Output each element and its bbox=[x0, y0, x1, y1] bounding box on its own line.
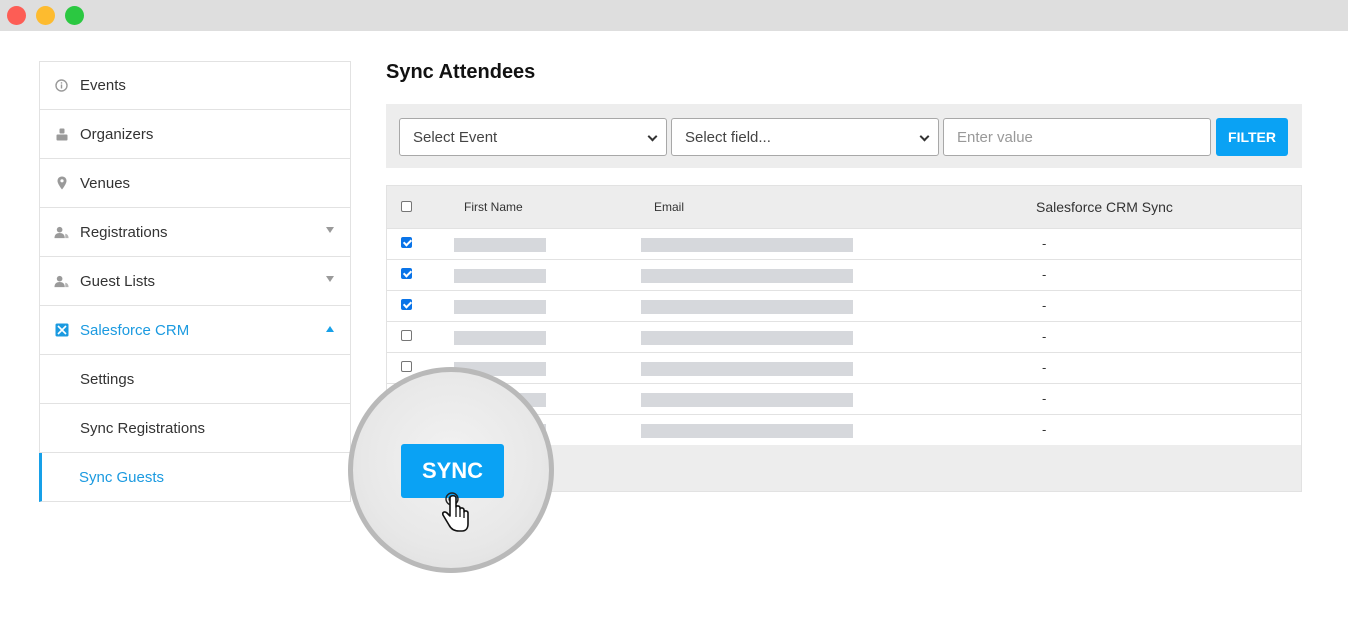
info-icon bbox=[54, 78, 69, 93]
salesforce-icon bbox=[54, 323, 69, 338]
chevron-up-icon bbox=[326, 326, 334, 332]
email-placeholder bbox=[641, 424, 853, 438]
sidebar-item-label: Events bbox=[80, 77, 126, 94]
column-header-crm-sync: Salesforce CRM Sync bbox=[1036, 199, 1173, 215]
select-all-checkbox[interactable] bbox=[401, 201, 412, 212]
row-checkbox[interactable] bbox=[401, 237, 412, 248]
first-name-placeholder bbox=[454, 331, 546, 345]
first-name-placeholder bbox=[454, 300, 546, 314]
crm-sync-status: - bbox=[1042, 298, 1047, 313]
hand-cursor-icon bbox=[442, 492, 469, 532]
chevron-down-icon bbox=[919, 131, 930, 142]
crm-sync-status: - bbox=[1042, 422, 1047, 437]
email-placeholder bbox=[641, 300, 853, 314]
value-input[interactable]: Enter value bbox=[943, 118, 1211, 156]
close-window-button[interactable] bbox=[7, 6, 26, 25]
sidebar-item-label: Venues bbox=[80, 174, 131, 192]
maximize-window-button[interactable] bbox=[65, 6, 84, 25]
minimize-window-button[interactable] bbox=[36, 6, 55, 25]
table-row: - bbox=[387, 321, 1301, 352]
field-select-value: Select field... bbox=[685, 128, 771, 146]
sidebar-item-label: Registrations bbox=[80, 223, 168, 241]
chevron-down-icon bbox=[326, 227, 334, 233]
row-checkbox[interactable] bbox=[401, 268, 412, 279]
table-row: - bbox=[387, 290, 1301, 321]
sidebar-item-venues[interactable]: Venues bbox=[39, 159, 351, 208]
first-name-placeholder bbox=[454, 269, 546, 283]
page-title: Sync Attendees bbox=[386, 61, 536, 83]
email-placeholder bbox=[641, 362, 853, 376]
sidebar-item-registrations[interactable]: Registrations bbox=[39, 208, 351, 257]
crm-sync-status: - bbox=[1042, 329, 1047, 344]
column-header-first-name: First Name bbox=[464, 200, 523, 214]
crm-sync-status: - bbox=[1042, 360, 1047, 375]
sidebar: Events Organizers Venues Registrations G… bbox=[39, 61, 351, 502]
email-placeholder bbox=[641, 269, 853, 283]
sidebar-item-label: Organizers bbox=[80, 125, 154, 143]
sidebar-item-sync-guests[interactable]: Sync Guests bbox=[39, 453, 351, 502]
first-name-placeholder bbox=[454, 238, 546, 252]
email-placeholder bbox=[641, 393, 853, 407]
filter-button[interactable]: FILTER bbox=[1216, 118, 1288, 156]
event-select-value: Select Event bbox=[413, 128, 498, 146]
table-row: - bbox=[387, 259, 1301, 290]
sidebar-item-sync-registrations[interactable]: Sync Registrations bbox=[39, 404, 351, 453]
sidebar-item-label: Sync Registrations bbox=[80, 419, 206, 437]
email-placeholder bbox=[641, 238, 853, 252]
event-select[interactable]: Select Event bbox=[399, 118, 667, 156]
sidebar-item-label: Sync Guests bbox=[79, 468, 165, 486]
sidebar-item-events[interactable]: Events bbox=[39, 61, 351, 110]
chevron-down-icon bbox=[647, 131, 658, 142]
crm-sync-status: - bbox=[1042, 236, 1047, 251]
field-select[interactable]: Select field... bbox=[671, 118, 939, 156]
sidebar-item-salesforce-crm[interactable]: Salesforce CRM bbox=[39, 306, 351, 355]
users-icon bbox=[54, 225, 69, 240]
row-checkbox[interactable] bbox=[401, 299, 412, 310]
value-input-placeholder: Enter value bbox=[957, 128, 1033, 146]
sidebar-item-label: Guest Lists bbox=[80, 272, 156, 290]
crm-sync-status: - bbox=[1042, 391, 1047, 406]
map-pin-icon bbox=[54, 176, 69, 191]
table-header: First Name Email Salesforce CRM Sync bbox=[387, 186, 1301, 228]
crm-sync-status: - bbox=[1042, 267, 1047, 282]
row-checkbox[interactable] bbox=[401, 361, 412, 372]
sidebar-item-guest-lists[interactable]: Guest Lists bbox=[39, 257, 351, 306]
sidebar-item-label: Settings bbox=[80, 370, 135, 388]
column-header-email: Email bbox=[654, 200, 685, 214]
sidebar-item-settings[interactable]: Settings bbox=[39, 355, 351, 404]
row-checkbox[interactable] bbox=[401, 330, 412, 341]
user-icon bbox=[54, 127, 69, 142]
window-titlebar bbox=[0, 0, 1348, 31]
sidebar-item-organizers[interactable]: Organizers bbox=[39, 110, 351, 159]
email-placeholder bbox=[641, 331, 853, 345]
users-icon bbox=[54, 274, 69, 289]
table-row: - bbox=[387, 228, 1301, 259]
filter-bar: Select Event Select field... Enter value… bbox=[386, 104, 1302, 168]
table-row: - bbox=[387, 352, 1301, 383]
sidebar-item-label: Salesforce CRM bbox=[80, 321, 190, 339]
chevron-down-icon bbox=[326, 276, 334, 282]
